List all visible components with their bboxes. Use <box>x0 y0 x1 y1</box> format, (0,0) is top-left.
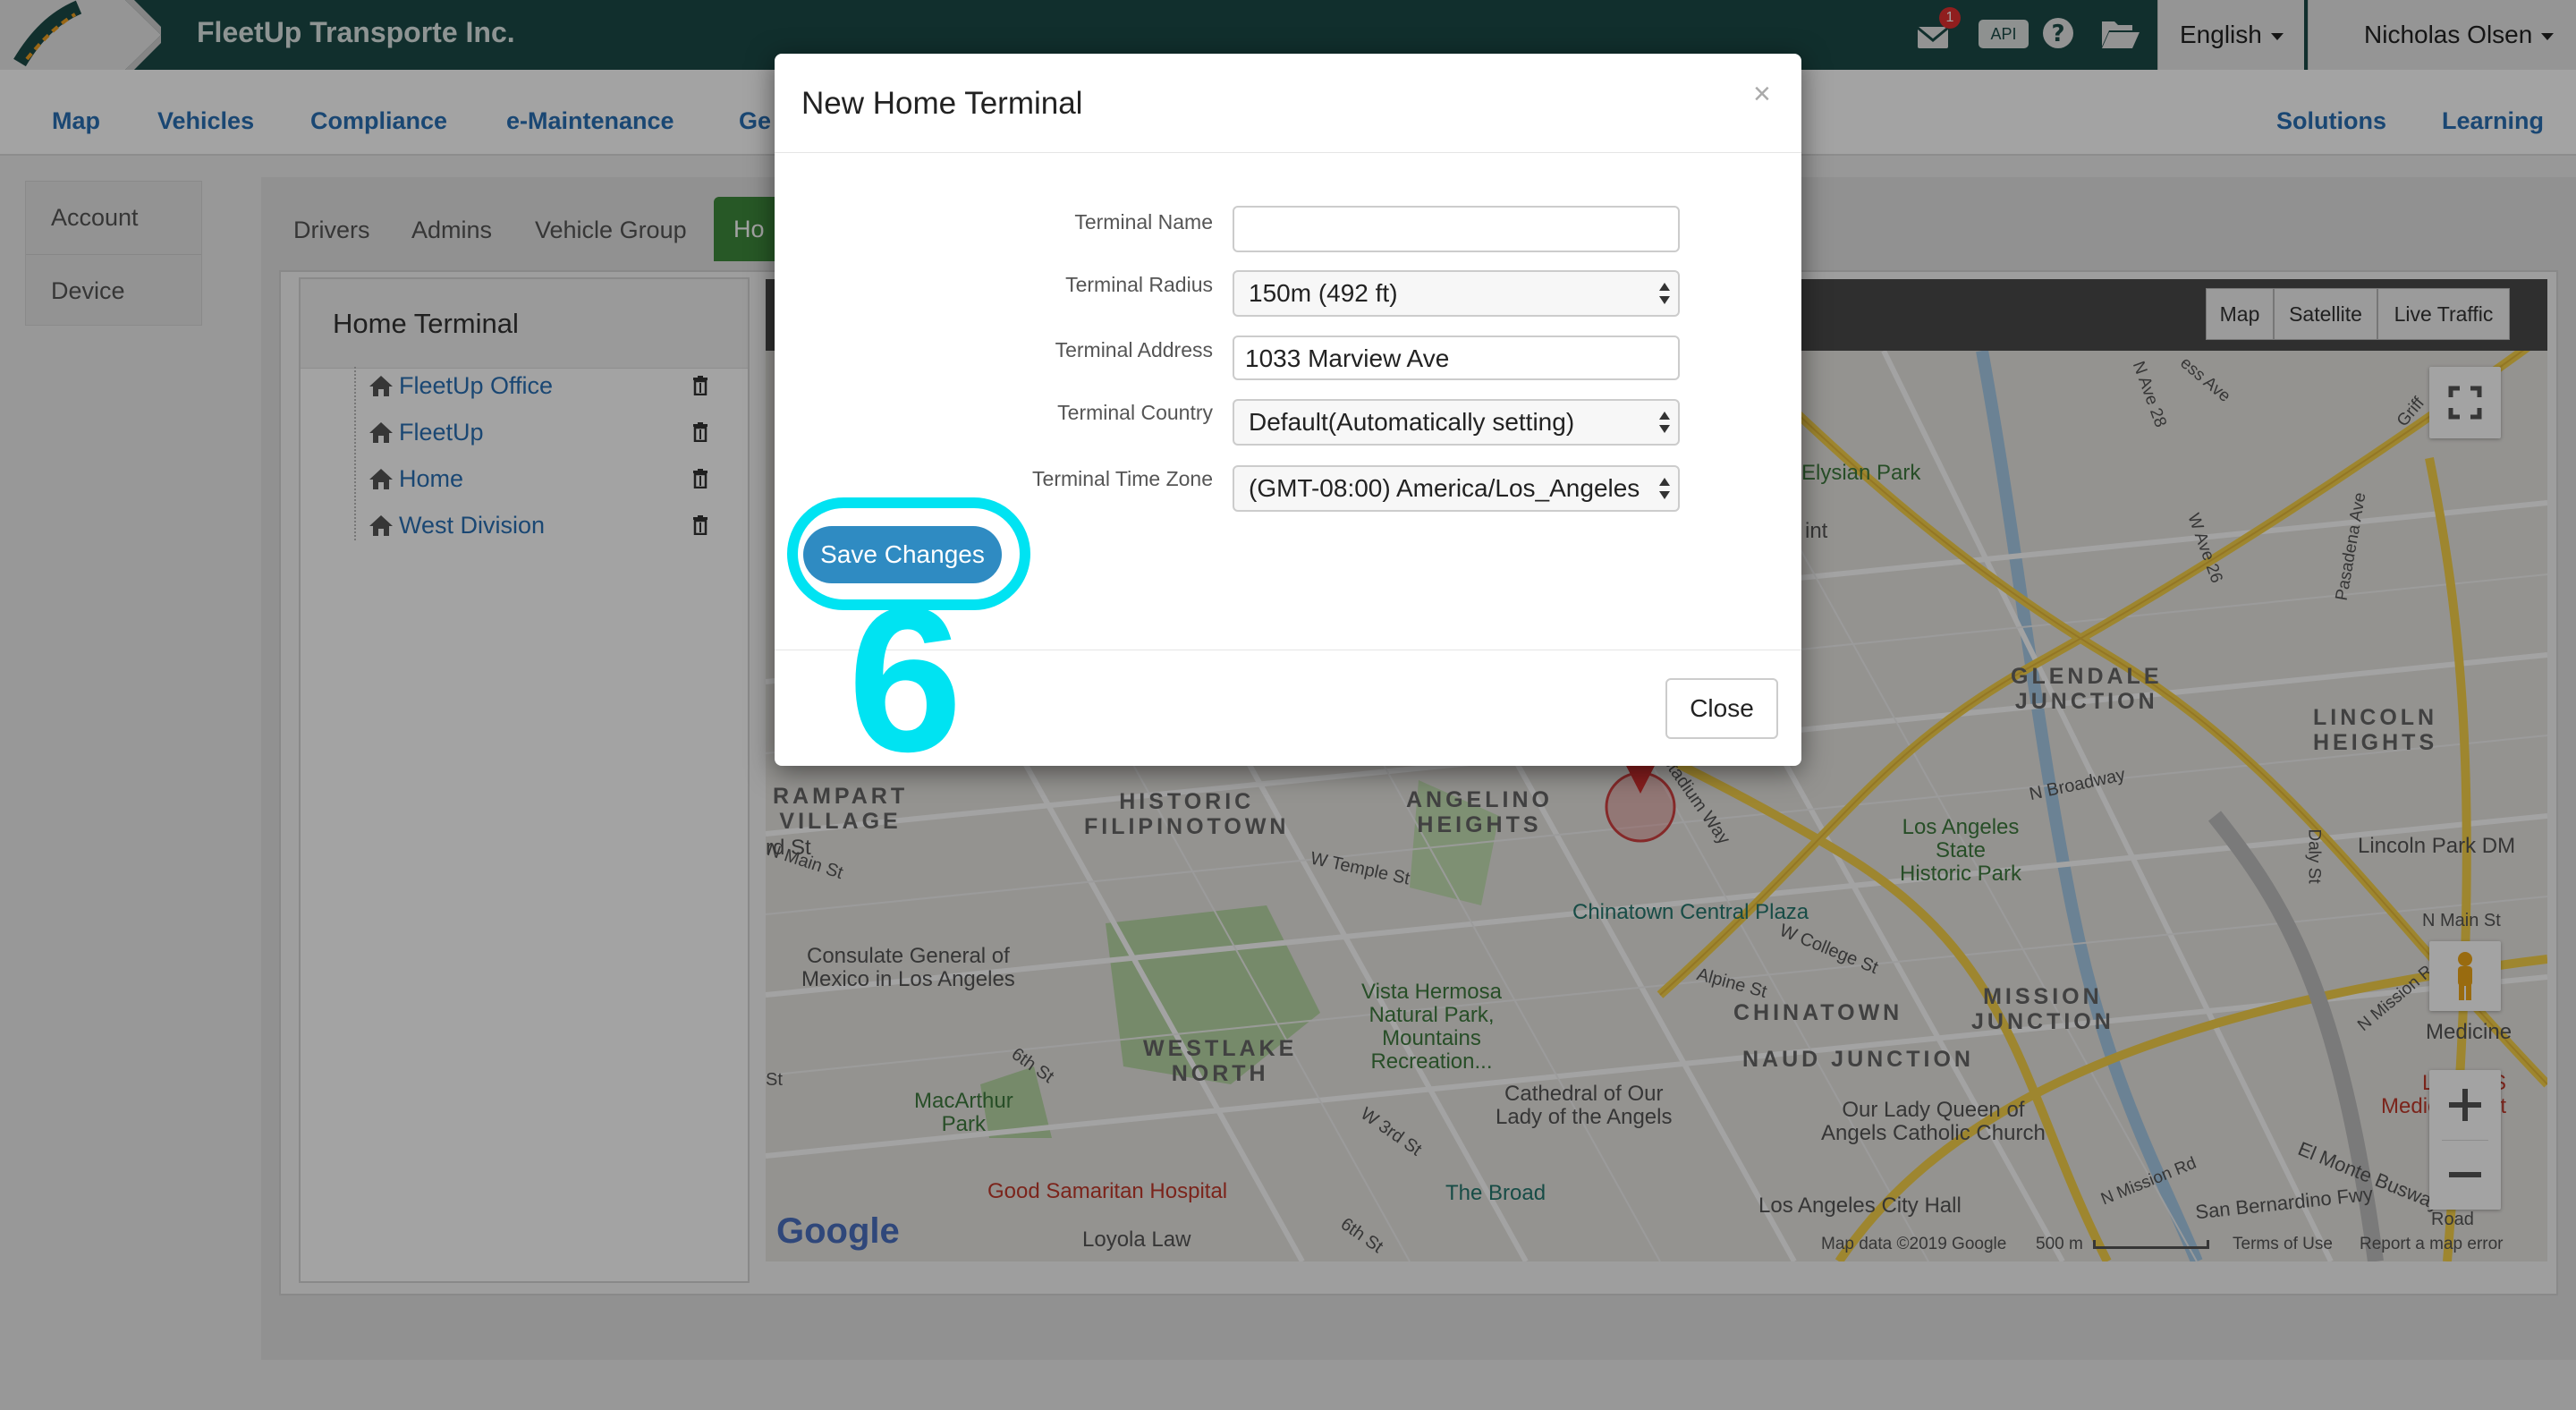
modal-title: New Home Terminal <box>801 86 1083 121</box>
select-arrows-icon <box>1659 283 1670 304</box>
modal-header-divider <box>775 152 1801 153</box>
terminal-country-label: Terminal Country <box>1057 401 1213 424</box>
terminal-country-select[interactable]: Default(Automatically setting) <box>1233 399 1680 446</box>
terminal-radius-select[interactable]: 150m (492 ft) <box>1233 270 1680 317</box>
select-arrows-icon <box>1659 478 1670 499</box>
step-number: 6 <box>848 565 962 794</box>
terminal-timezone-label: Terminal Time Zone <box>1032 467 1213 490</box>
terminal-radius-value: 150m (492 ft) <box>1249 279 1398 307</box>
close-icon[interactable]: × <box>1753 79 1771 109</box>
terminal-name-label: Terminal Name <box>1074 210 1213 234</box>
terminal-timezone-select[interactable]: (GMT-08:00) America/Los_Angeles <box>1233 465 1680 512</box>
terminal-country-value: Default(Automatically setting) <box>1249 408 1575 436</box>
terminal-timezone-value: (GMT-08:00) America/Los_Angeles <box>1249 474 1640 502</box>
terminal-name-input[interactable] <box>1233 206 1680 252</box>
terminal-address-input[interactable]: 1033 Marview Ave <box>1233 336 1680 380</box>
terminal-radius-label: Terminal Radius <box>1065 273 1213 296</box>
close-button[interactable]: Close <box>1665 678 1778 739</box>
select-arrows-icon <box>1659 412 1670 433</box>
terminal-address-label: Terminal Address <box>1055 338 1213 361</box>
